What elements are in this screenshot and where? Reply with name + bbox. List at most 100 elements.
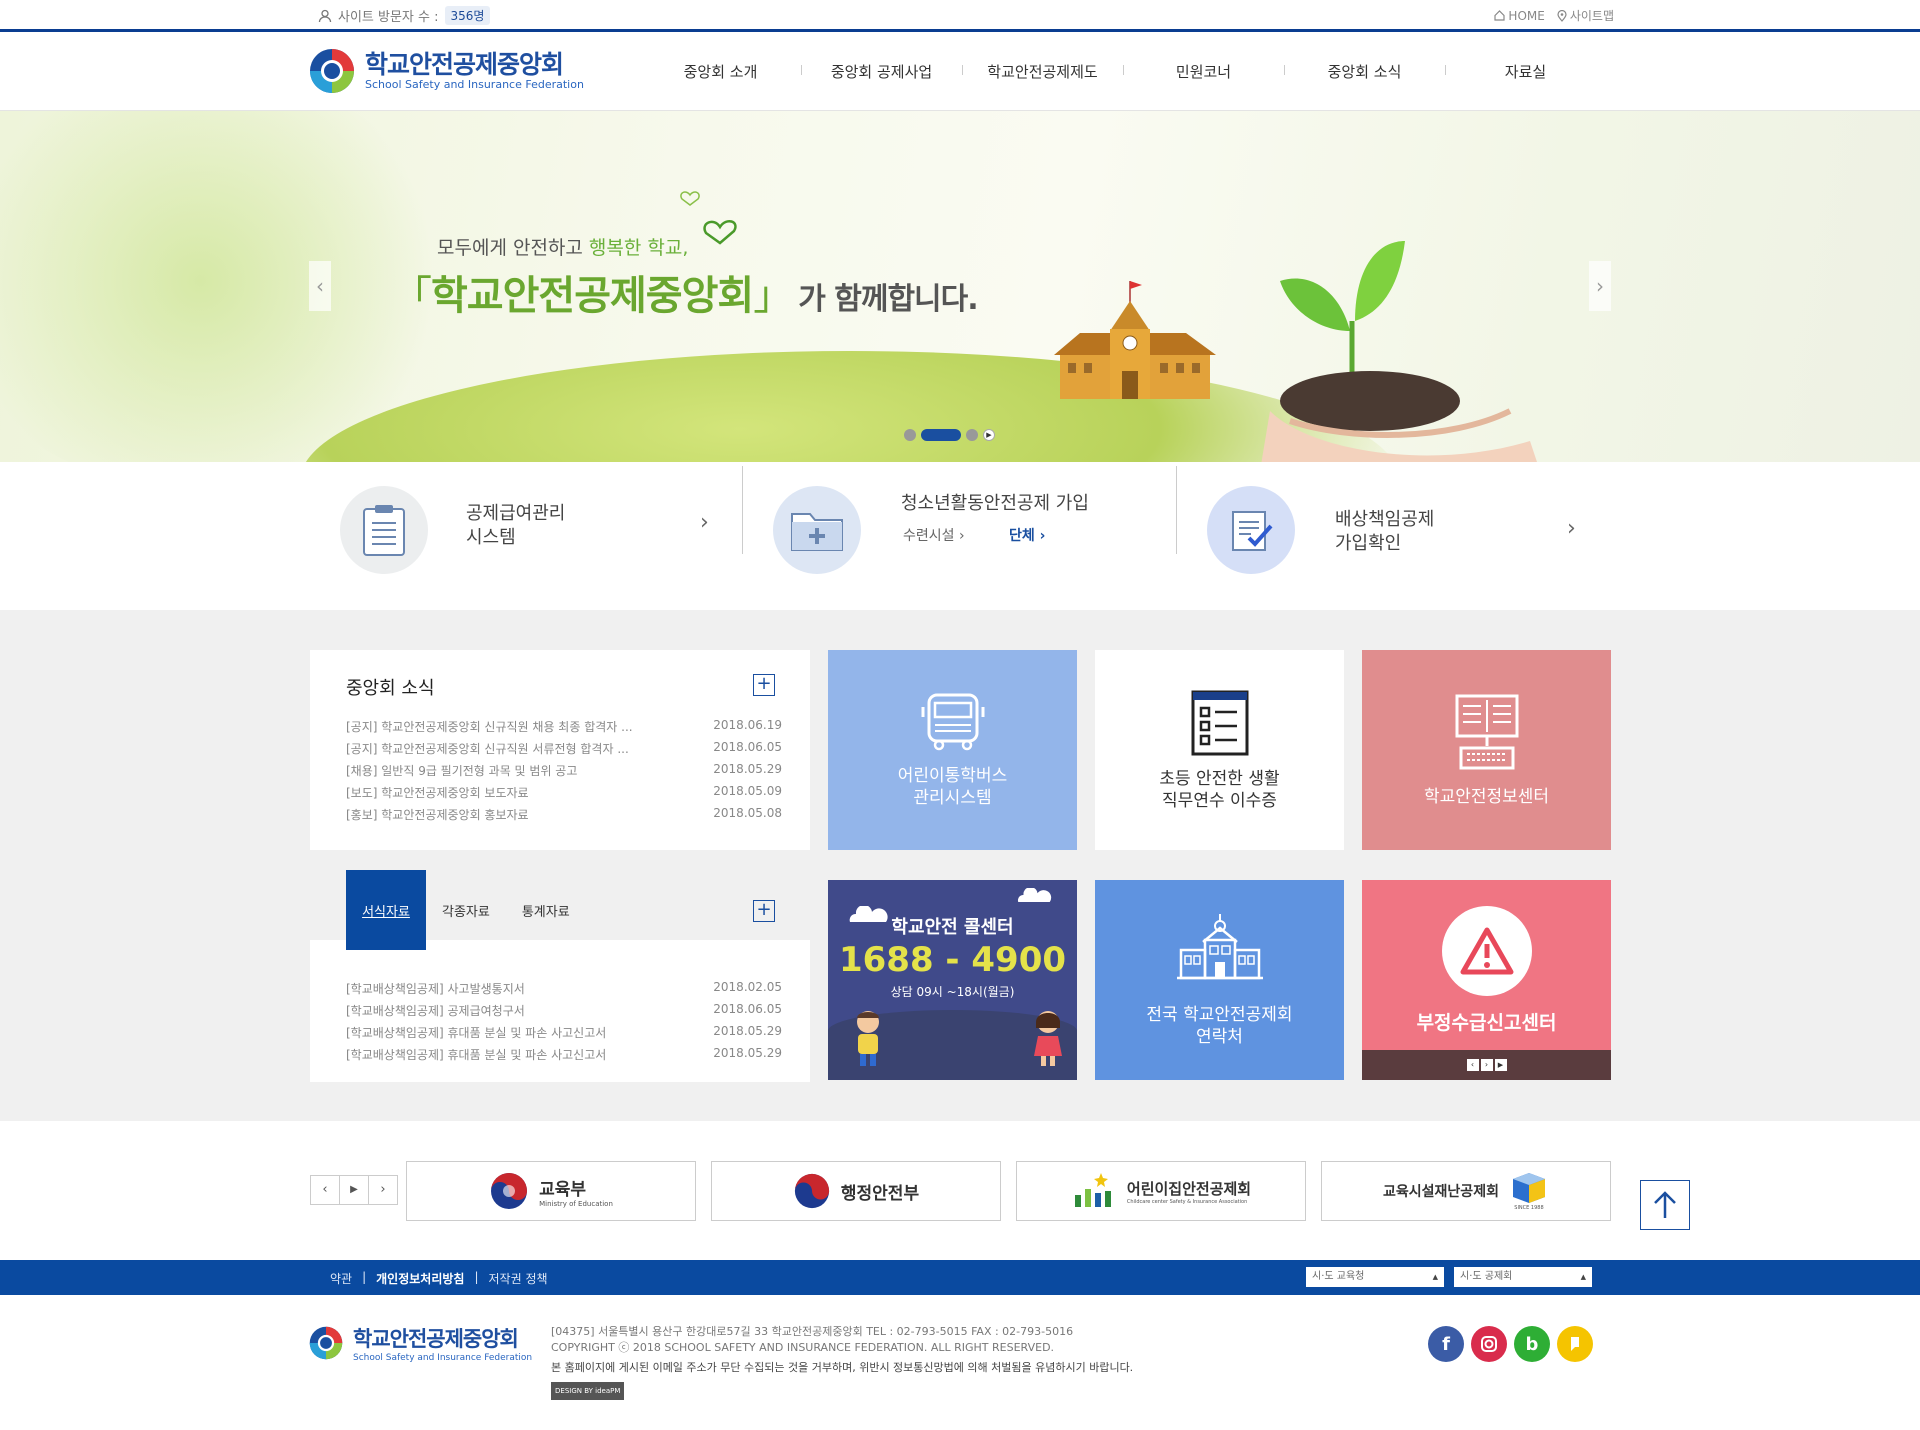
news-item[interactable]: [공지] 학교안전공제중앙회 신규직원 채용 최종 합격자 ... 2018.06… xyxy=(346,718,782,740)
quick-text-1: 공제급여관리 시스템 xyxy=(466,502,565,550)
news-item[interactable]: [보도] 학교안전공제중앙회 보도자료 2018.05.09 xyxy=(346,784,782,806)
tile-safety-info-center[interactable]: 학교안전정보센터 xyxy=(1362,650,1611,850)
main-nav: 중앙회 소개 중앙회 공제사업 학교안전공제제도 민원코너 중앙회 소식 자료실 xyxy=(640,32,1606,111)
facebook-icon[interactable]: f xyxy=(1428,1326,1464,1362)
visitor-label: 사이트 방문자 수 : xyxy=(338,10,439,25)
report-next-button[interactable]: ▶ xyxy=(1494,1059,1507,1071)
news-item[interactable]: [홍보] 학교안전공제중앙회 홍보자료 2018.05.08 xyxy=(346,806,782,828)
hero-title-tail: 가 함께합니다. xyxy=(798,282,978,317)
news-item-date: 2018.06.19 xyxy=(713,718,782,732)
report-prev-button[interactable]: ‹ xyxy=(1466,1059,1479,1071)
quick-text-3-line2: 가입확인 xyxy=(1335,533,1402,554)
partner-mois-name: 행정안전부 xyxy=(840,1183,920,1204)
tile-regional-contacts[interactable]: 전국 학교안전공제회 연락처 xyxy=(1095,880,1344,1080)
hero-next-button[interactable]: › xyxy=(1589,261,1611,311)
footer-logo: 학교안전공제중앙회 School Safety and Insurance Fed… xyxy=(309,1323,532,1363)
nav-item-archive[interactable]: 자료실 xyxy=(1445,61,1606,82)
call-center-title: 학교안전 콜센터 xyxy=(891,917,1014,938)
news-item-title: [채용] 일반직 9급 필기전형 과목 및 범위 공고 xyxy=(346,764,578,778)
news-item-date: 2018.05.08 xyxy=(713,806,782,820)
tile-info-label: 학교안전정보센터 xyxy=(1423,787,1550,807)
tab-forms[interactable]: 서식자료 xyxy=(346,870,426,950)
sitemap-label: 사이트맵 xyxy=(1569,9,1614,23)
partner-next-button[interactable]: › xyxy=(368,1175,398,1205)
slide-dot-3[interactable] xyxy=(966,429,978,441)
sitemap-link[interactable]: 사이트맵 xyxy=(1557,7,1614,24)
partner-prev-button[interactable]: ‹ xyxy=(310,1175,340,1205)
nav-item-business[interactable]: 중앙회 공제사업 xyxy=(801,61,962,82)
select-regional-association[interactable]: 시·도 공제회 xyxy=(1454,1267,1592,1287)
news-list: [공지] 학교안전공제중앙회 신규직원 채용 최종 합격자 ... 2018.06… xyxy=(346,718,782,828)
hero-subtitle-prefix: 모두에게 안전하고 xyxy=(437,237,589,259)
footer-link-privacy[interactable]: 개인정보처리방침 xyxy=(376,1270,464,1287)
tile-training-certificate[interactable]: 초등 안전한 생활 직무연수 이수증 xyxy=(1095,650,1344,850)
tile-fraud-report[interactable]: 부정수급신고센터 ‹ › ▶ xyxy=(1362,880,1611,1080)
nav-item-news[interactable]: 중앙회 소식 xyxy=(1284,61,1445,82)
select-office-of-education[interactable]: 시·도 교육청 xyxy=(1306,1267,1444,1287)
partner-banners: ‹ ▶ › 교육부 Ministry of Education 행정안전부 어린이… xyxy=(0,1161,1920,1221)
partner-mois[interactable]: 행정안전부 xyxy=(711,1161,1001,1221)
partner-edu-facility[interactable]: 교육시설재난공제회 SINCE 1988 xyxy=(1321,1161,1611,1221)
form-item[interactable]: [학교배상책임공제] 공제급여청구서 2018.06.05 xyxy=(346,1002,782,1024)
partner-moe-sub: Ministry of Education xyxy=(539,1199,613,1208)
form-item[interactable]: [학교배상책임공제] 휴대품 분실 및 파손 사고신고서 2018.05.29 xyxy=(346,1046,782,1068)
news-panel: 중앙회 소식 + [공지] 학교안전공제중앙회 신규직원 채용 최종 합격자 .… xyxy=(310,650,810,850)
nav-item-about[interactable]: 중앙회 소개 xyxy=(640,61,801,82)
hero-hill xyxy=(300,351,1400,462)
form-item-title: [학교배상책임공제] 사고발생통지서 xyxy=(346,982,525,996)
user-icon xyxy=(318,9,332,22)
news-item[interactable]: [채용] 일반직 9급 필기전형 과목 및 범위 공고 2018.05.29 xyxy=(346,762,782,784)
footer-address: [04375] 서울특별시 용산구 한강대로57길 33 학교안전공제중앙회 T… xyxy=(551,1325,1074,1338)
quick-item-benefit-system[interactable]: 공제급여관리 시스템 › xyxy=(340,476,720,576)
quick-icon-bg xyxy=(340,486,428,574)
tile-school-bus[interactable]: 어린이통학버스 관리시스템 xyxy=(828,650,1077,850)
form-item[interactable]: [학교배상책임공제] 휴대품 분실 및 파손 사고신고서 2018.05.29 xyxy=(346,1024,782,1046)
partner-childcare-sub: Childcare center Safety & Insurance Asso… xyxy=(1126,1198,1248,1205)
page: { "util": { "visitor_label": "사이트 방문자 수 … xyxy=(0,0,1920,1430)
nav-item-civil[interactable]: 민원코너 xyxy=(1123,61,1284,82)
partner-moe[interactable]: 교육부 Ministry of Education xyxy=(406,1161,696,1221)
nav-item-system[interactable]: 학교안전공제제도 xyxy=(962,61,1123,82)
quick-link-group[interactable]: 단체 › xyxy=(1009,524,1045,548)
partner-childcare[interactable]: 어린이집안전공제회 Childcare center Safety & Insur… xyxy=(1016,1161,1306,1221)
tile-call-center[interactable]: 학교안전 콜센터 1688 - 4900 상담 09시 ~18시(월금) xyxy=(828,880,1077,1080)
quick-link-facility[interactable]: 수련시설 › xyxy=(903,524,965,548)
form-item-date: 2018.06.05 xyxy=(713,1002,782,1016)
scroll-top-button[interactable] xyxy=(1640,1180,1690,1230)
footer-links: 약관 | 개인정보처리방침 | 저작권 정책 xyxy=(330,1270,548,1287)
tab-various[interactable]: 각종자료 xyxy=(426,901,506,950)
blog-icon[interactable]: b xyxy=(1514,1326,1550,1362)
quick-text-3: 배상책임공제 가입확인 xyxy=(1335,508,1434,556)
home-link[interactable]: HOME xyxy=(1494,7,1545,24)
quick-divider xyxy=(1176,466,1177,554)
site-logo[interactable]: 학교안전공제중앙회 School Safety and Insurance Fe… xyxy=(309,48,584,94)
kakao-story-icon[interactable] xyxy=(1557,1326,1593,1362)
footer-warning: 본 홈페이지에 게시된 이메일 주소가 무단 수집되는 것을 거부하며, 위반시… xyxy=(551,1361,1134,1374)
news-more-button[interactable]: + xyxy=(753,674,775,696)
slide-dot-2[interactable] xyxy=(921,429,961,441)
tab-statistics[interactable]: 통계자료 xyxy=(506,901,586,950)
partner-play-button[interactable]: ▶ xyxy=(339,1175,369,1205)
play-icon[interactable]: ▶ xyxy=(983,429,995,441)
footer-link-copyright[interactable]: 저작권 정책 xyxy=(489,1270,548,1287)
report-play-button[interactable]: › xyxy=(1480,1059,1493,1071)
hero-title-text: 학교안전공제중앙회 xyxy=(431,273,754,319)
form-item[interactable]: [학교배상책임공제] 사고발생통지서 2018.02.05 xyxy=(346,980,782,1002)
forms-more-button[interactable]: + xyxy=(753,900,775,922)
hero-prev-button[interactable]: ‹ xyxy=(309,261,331,311)
instagram-icon[interactable] xyxy=(1471,1326,1507,1362)
partner-moe-name: 교육부 xyxy=(539,1179,586,1200)
bus-icon xyxy=(921,693,984,751)
main-content: 중앙회 소식 + [공지] 학교안전공제중앙회 신규직원 채용 최종 합격자 .… xyxy=(0,610,1920,1121)
home-label: HOME xyxy=(1508,8,1545,23)
quick-item-liability-check[interactable]: 배상책임공제 가입확인 › xyxy=(1207,476,1587,576)
footer-link-terms[interactable]: 약관 xyxy=(330,1270,352,1287)
news-item-title: [공지] 학교안전공제중앙회 신규직원 서류전형 합격자 ... xyxy=(346,742,629,756)
home-icon xyxy=(1494,10,1506,21)
arrow-up-icon xyxy=(1654,1191,1676,1218)
news-item[interactable]: [공지] 학교안전공제중앙회 신규직원 서류전형 합격자 ... 2018.06.… xyxy=(346,740,782,762)
slide-dot-1[interactable] xyxy=(904,429,916,441)
school-building-icon xyxy=(1176,914,1263,980)
partner-edu-facility-name: 교육시설재난공제회 xyxy=(1383,1184,1499,1200)
report-pager: ‹ › ▶ xyxy=(1362,1050,1611,1080)
